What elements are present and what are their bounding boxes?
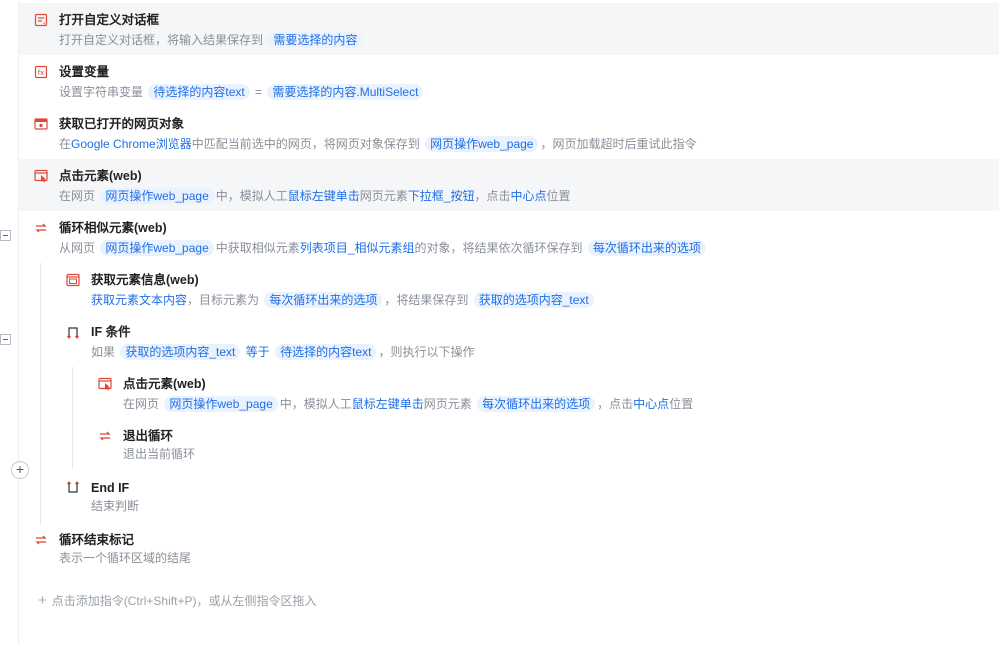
position-link[interactable]: 中心点 (633, 397, 669, 411)
step-row-end-if[interactable]: End IF 结束判断 (19, 471, 999, 523)
step-row-loop-similar[interactable]: 循环相似元素(web) 从网页 网页操作web_page 中获取相似元素列表项目_… (19, 211, 999, 263)
info-type-link[interactable]: 获取元素文本内容 (91, 293, 187, 307)
step-row-get-webpage[interactable]: 获取已打开的网页对象 在Google Chrome浏览器中匹配当前选中的网页，将… (19, 107, 999, 159)
step-title: End IF (91, 481, 130, 495)
variable-tag[interactable]: 网页操作web_page (164, 396, 278, 412)
element-info-icon (66, 273, 80, 287)
desc-text: 中获取相似元素 (215, 241, 300, 255)
desc-text: 位置 (546, 189, 571, 203)
desc-text: 从网页 (59, 241, 96, 255)
desc-text: ，目标元素为 (187, 293, 260, 307)
loop-icon (34, 221, 48, 235)
variable-tag[interactable]: 需要选择的内容 (268, 32, 363, 48)
end-if-icon (66, 481, 80, 495)
desc-text: ，将结果保存到 (384, 293, 469, 307)
step-row-open-dialog[interactable]: 打开自定义对话框 打开自定义对话框，将输入结果保存到 需要选择的内容 (19, 3, 999, 55)
step-row-click-element-nested[interactable]: 点击元素(web) 在网页 网页操作web_page 中，模拟人工鼠标左键单击网页… (19, 367, 999, 419)
click-type-link[interactable]: 鼠标左键单击 (352, 397, 424, 411)
desc-text: 的对象，将结果依次循环保存到 (414, 241, 583, 255)
loop-end-icon (34, 533, 48, 547)
equals-sign: = (255, 85, 263, 99)
desc-text: 网页元素 (423, 397, 472, 411)
operator-link[interactable]: 等于 (246, 345, 270, 359)
step-title: 循环结束标记 (59, 533, 135, 547)
step-desc: 在Google Chrome浏览器中匹配当前选中的网页，将网页对象保存到 网页操… (59, 135, 697, 153)
desc-text: 如果 (91, 345, 116, 359)
step-title: 获取已打开的网页对象 (59, 117, 185, 131)
step-desc: 打开自定义对话框，将输入结果保存到 需要选择的内容 (59, 31, 364, 49)
desc-text: 退出当前循环 (123, 447, 196, 461)
step-desc: 退出当前循环 (123, 445, 195, 463)
variable-tag[interactable]: 获取的选项内容_text (120, 344, 241, 360)
desc-text: ，点击 (597, 397, 634, 411)
step-row-exit-loop[interactable]: 退出循环 退出当前循环 (19, 419, 999, 471)
step-desc: 设置字符串变量 待选择的内容text = 需要选择的内容.MultiSelect (59, 83, 425, 101)
desc-text: 位置 (669, 397, 694, 411)
desc-text: 中，模拟人工 (279, 397, 352, 411)
step-desc: 获取元素文本内容，目标元素为 每次循环出来的选项 ，将结果保存到 获取的选项内容_… (91, 291, 596, 309)
variable-icon: fx (34, 65, 48, 79)
if-icon (66, 325, 80, 339)
step-title: 循环相似元素(web) (59, 221, 167, 235)
step-desc: 表示一个循环区域的结尾 (59, 549, 191, 567)
desc-text: 中，模拟人工 (215, 189, 288, 203)
collapse-if-button[interactable] (0, 334, 11, 345)
add-command-label: 点击添加指令(Ctrl+Shift+P)，或从左侧指令区拖入 (51, 594, 317, 608)
variable-tag[interactable]: 每次循环出来的选项 (264, 292, 383, 308)
step-row-set-variable[interactable]: fx 设置变量 设置字符串变量 待选择的内容text = 需要选择的内容.Mul… (19, 55, 999, 107)
variable-tag[interactable]: 网页操作web_page (425, 136, 539, 152)
variable-tag[interactable]: 需要选择的内容.MultiSelect (267, 84, 424, 100)
step-desc: 在网页 网页操作web_page 中，模拟人工鼠标左键单击网页元素 每次循环出来的… (123, 395, 693, 413)
element-link[interactable]: 下拉框_按钮 (408, 189, 475, 203)
desc-text: ，点击 (474, 189, 511, 203)
variable-tag[interactable]: 每次循环出来的选项 (477, 396, 596, 412)
desc-text: 表示一个循环区域的结尾 (59, 551, 192, 565)
desc-text: 结束判断 (91, 499, 140, 513)
step-title: 打开自定义对话框 (59, 13, 160, 27)
desc-text: ，则执行以下操作 (378, 345, 475, 359)
click-type-link[interactable]: 鼠标左键单击 (288, 189, 360, 203)
step-title: 获取元素信息(web) (91, 273, 199, 287)
variable-tag[interactable]: 每次循环出来的选项 (587, 240, 706, 256)
exit-loop-icon (98, 429, 112, 443)
step-title: 点击元素(web) (123, 377, 206, 391)
plus-icon: + (38, 592, 47, 609)
step-desc: 如果 获取的选项内容_text 等于 待选择的内容text ，则执行以下操作 (91, 343, 474, 361)
desc-text: 网页元素 (359, 189, 408, 203)
variable-tag[interactable]: 待选择的内容text (148, 84, 250, 100)
desc-text: 中匹配当前选中的网页，将网页对象保存到 (191, 137, 420, 151)
desc-text: 在网页 (123, 397, 160, 411)
desc-text: 在网页 (59, 189, 96, 203)
step-row-get-element-info[interactable]: 获取元素信息(web) 获取元素文本内容，目标元素为 每次循环出来的选项 ，将结果… (19, 263, 999, 315)
variable-tag[interactable]: 获取的选项内容_text (473, 292, 594, 308)
variable-tag[interactable]: 网页操作web_page (100, 240, 214, 256)
desc-text: ，网页加载超时后重试此指令 (540, 137, 697, 151)
step-title: 退出循环 (123, 429, 174, 443)
position-link[interactable]: 中心点 (511, 189, 547, 203)
variable-tag[interactable]: 待选择的内容text (275, 344, 377, 360)
step-title: 点击元素(web) (59, 169, 142, 183)
variable-tag[interactable]: 网页操作web_page (100, 188, 214, 204)
step-title: 设置变量 (59, 65, 110, 79)
step-desc: 在网页 网页操作web_page 中，模拟人工鼠标左键单击网页元素下拉框_按钮，点… (59, 187, 571, 205)
desc-text: 在 (59, 137, 72, 151)
step-desc: 结束判断 (91, 497, 139, 515)
click-element-icon (98, 377, 112, 391)
browser-icon (34, 117, 48, 131)
browser-link[interactable]: Google Chrome浏览器 (71, 137, 192, 151)
collapse-loop-button[interactable] (0, 230, 11, 241)
step-row-click-element[interactable]: 点击元素(web) 在网页 网页操作web_page 中，模拟人工鼠标左键单击网页… (19, 159, 999, 211)
desc-text: 设置字符串变量 (59, 85, 144, 99)
dialog-icon (34, 13, 48, 27)
element-link[interactable]: 列表项目_相似元素组 (300, 241, 415, 255)
step-desc: 从网页 网页操作web_page 中获取相似元素列表项目_相似元素组的对象，将结果… (59, 239, 708, 257)
step-row-if-condition[interactable]: IF 条件 如果 获取的选项内容_text 等于 待选择的内容text ，则执行以… (19, 315, 999, 367)
add-command-button[interactable]: + 点击添加指令(Ctrl+Shift+P)，或从左侧指令区拖入 (38, 592, 316, 609)
svg-text:fx: fx (38, 69, 45, 77)
step-title: IF 条件 (91, 325, 131, 339)
step-row-loop-end[interactable]: 循环结束标记 表示一个循环区域的结尾 (19, 523, 999, 575)
click-element-icon (34, 169, 48, 183)
desc-text: 打开自定义对话框，将输入结果保存到 (59, 33, 264, 47)
